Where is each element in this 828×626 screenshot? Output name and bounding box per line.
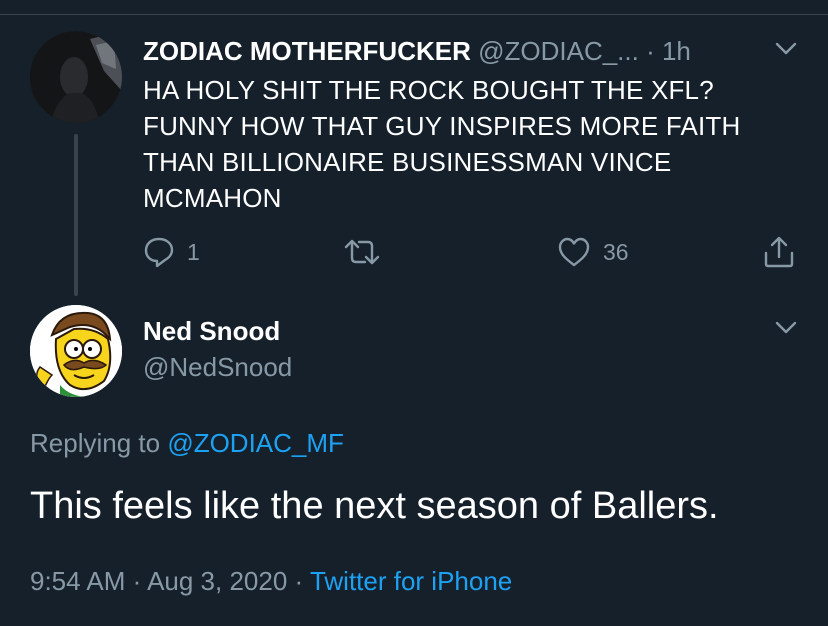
tweet-meta: 9:54 AM · Aug 3, 2020 · Twitter for iPho… bbox=[30, 566, 512, 597]
reply-avatar-image bbox=[30, 305, 122, 397]
parent-handle[interactable]: @ZODIAC_... bbox=[478, 36, 639, 66]
reply-avatar[interactable] bbox=[30, 305, 122, 397]
share-icon bbox=[764, 236, 794, 268]
replying-to-mention[interactable]: @ZODIAC_MF bbox=[167, 428, 344, 458]
comment-icon bbox=[144, 237, 174, 268]
replying-to-line: Replying to @ZODIAC_MF bbox=[30, 428, 344, 459]
reply-action[interactable]: 1 bbox=[143, 232, 200, 272]
parent-display-name[interactable]: ZODIAC MOTHERFUCKER bbox=[143, 36, 471, 66]
reply-handle[interactable]: @NedSnood bbox=[143, 352, 292, 383]
heart-icon bbox=[558, 237, 590, 267]
parent-avatar[interactable] bbox=[30, 31, 122, 123]
like-count: 36 bbox=[603, 238, 629, 265]
tweet-source[interactable]: Twitter for iPhone bbox=[310, 566, 512, 596]
parent-tweet-header: ZODIAC MOTHERFUCKER @ZODIAC_... · 1h bbox=[143, 36, 691, 66]
retweet-action[interactable] bbox=[343, 232, 393, 272]
retweet-icon bbox=[344, 239, 380, 265]
like-action[interactable]: 36 bbox=[557, 232, 629, 272]
reply-tweet-text: This feels like the next season of Balle… bbox=[30, 485, 719, 527]
reply-display-name[interactable]: Ned Snood bbox=[143, 316, 280, 347]
share-action[interactable] bbox=[762, 232, 796, 272]
parent-time[interactable]: · 1h bbox=[646, 36, 691, 66]
reply-count: 1 bbox=[187, 238, 200, 265]
chevron-down-icon[interactable] bbox=[775, 42, 797, 56]
tweet-timestamp[interactable]: 9:54 AM · Aug 3, 2020 · bbox=[30, 566, 303, 596]
chevron-down-icon[interactable] bbox=[775, 321, 797, 335]
parent-tweet-text: HA HOLY SHIT THE ROCK BOUGHT THE XFL? FU… bbox=[143, 75, 741, 213]
replying-to-label: Replying to bbox=[30, 428, 161, 458]
top-divider bbox=[0, 14, 828, 15]
thread-connector-line bbox=[74, 134, 78, 296]
parent-avatar-image bbox=[30, 31, 122, 123]
